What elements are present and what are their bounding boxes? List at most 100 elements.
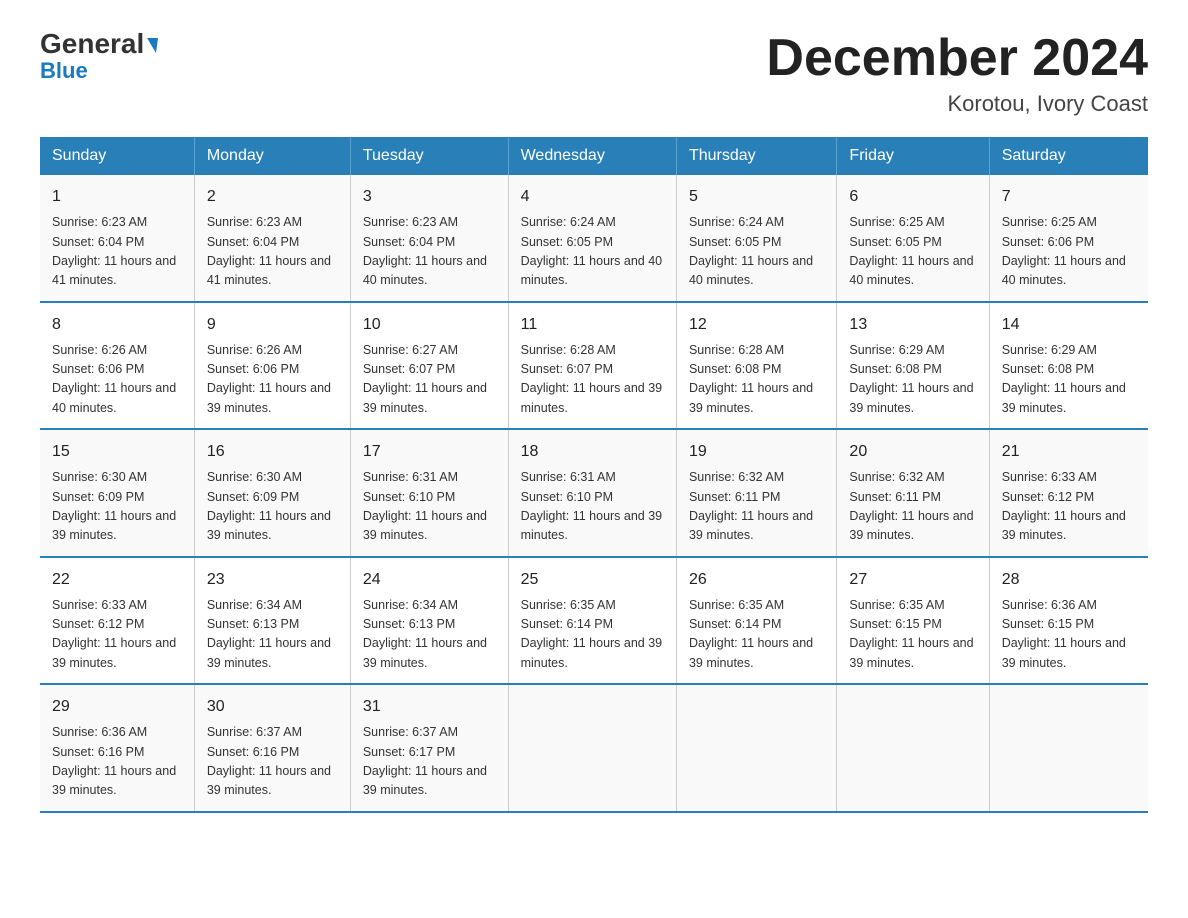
col-monday: Monday xyxy=(194,137,350,175)
logo-text-blue: Blue xyxy=(40,58,88,83)
calendar-week-row: 29Sunrise: 6:36 AMSunset: 6:16 PMDayligh… xyxy=(40,684,1148,812)
calendar-week-row: 1 Sunrise: 6:23 AMSunset: 6:04 PMDaylight… xyxy=(40,175,1148,302)
calendar-week-row: 8 Sunrise: 6:26 AMSunset: 6:06 PMDaylight… xyxy=(40,302,1148,430)
logo-text-general: General xyxy=(40,30,157,58)
day-info: Sunrise: 6:35 AMSunset: 6:15 PMDaylight:… xyxy=(849,596,976,674)
day-info: Sunrise: 6:26 AMSunset: 6:06 PMDaylight:… xyxy=(52,341,182,419)
day-number: 31 xyxy=(363,695,496,719)
day-info: Sunrise: 6:32 AMSunset: 6:11 PMDaylight:… xyxy=(689,468,824,546)
calendar-week-row: 22 Sunrise: 6:33 AMSunset: 6:12 PMDayligh… xyxy=(40,557,1148,685)
calendar-cell: 23Sunrise: 6:34 AMSunset: 6:13 PMDayligh… xyxy=(194,557,350,685)
calendar-header-row: Sunday Monday Tuesday Wednesday Thursday… xyxy=(40,137,1148,175)
calendar-table: Sunday Monday Tuesday Wednesday Thursday… xyxy=(40,137,1148,813)
calendar-cell: 11 Sunrise: 6:28 AMSunset: 6:07 PMDayligh… xyxy=(508,302,676,430)
calendar-cell xyxy=(989,684,1148,812)
calendar-cell: 17 Sunrise: 6:31 AMSunset: 6:10 PMDayligh… xyxy=(350,429,508,557)
calendar-cell: 6 Sunrise: 6:25 AMSunset: 6:05 PMDaylight… xyxy=(837,175,989,302)
day-number: 16 xyxy=(207,440,338,464)
calendar-cell: 15 Sunrise: 6:30 AMSunset: 6:09 PMDayligh… xyxy=(40,429,194,557)
day-number: 9 xyxy=(207,313,338,337)
calendar-cell: 9 Sunrise: 6:26 AMSunset: 6:06 PMDaylight… xyxy=(194,302,350,430)
calendar-cell xyxy=(676,684,836,812)
calendar-cell: 22 Sunrise: 6:33 AMSunset: 6:12 PMDayligh… xyxy=(40,557,194,685)
day-number: 19 xyxy=(689,440,824,464)
day-info: Sunrise: 6:23 AMSunset: 6:04 PMDaylight:… xyxy=(207,213,338,291)
calendar-cell: 20Sunrise: 6:32 AMSunset: 6:11 PMDayligh… xyxy=(837,429,989,557)
day-number: 18 xyxy=(521,440,664,464)
calendar-cell: 8 Sunrise: 6:26 AMSunset: 6:06 PMDaylight… xyxy=(40,302,194,430)
day-number: 29 xyxy=(52,695,182,719)
calendar-cell: 5Sunrise: 6:24 AMSunset: 6:05 PMDaylight… xyxy=(676,175,836,302)
day-info: Sunrise: 6:33 AMSunset: 6:12 PMDaylight:… xyxy=(52,596,182,674)
day-info: Sunrise: 6:34 AMSunset: 6:13 PMDaylight:… xyxy=(363,596,496,674)
day-info: Sunrise: 6:29 AMSunset: 6:08 PMDaylight:… xyxy=(849,341,976,419)
col-thursday: Thursday xyxy=(676,137,836,175)
col-tuesday: Tuesday xyxy=(350,137,508,175)
day-info: Sunrise: 6:37 AMSunset: 6:17 PMDaylight:… xyxy=(363,723,496,801)
calendar-cell: 14 Sunrise: 6:29 AMSunset: 6:08 PMDayligh… xyxy=(989,302,1148,430)
day-info: Sunrise: 6:31 AMSunset: 6:10 PMDaylight:… xyxy=(363,468,496,546)
day-info: Sunrise: 6:33 AMSunset: 6:12 PMDaylight:… xyxy=(1002,468,1136,546)
col-saturday: Saturday xyxy=(989,137,1148,175)
day-info: Sunrise: 6:25 AMSunset: 6:05 PMDaylight:… xyxy=(849,213,976,291)
calendar-cell: 21Sunrise: 6:33 AMSunset: 6:12 PMDayligh… xyxy=(989,429,1148,557)
page-header: General Blue December 2024 Korotou, Ivor… xyxy=(40,30,1148,117)
calendar-cell: 28 Sunrise: 6:36 AMSunset: 6:15 PMDayligh… xyxy=(989,557,1148,685)
calendar-cell: 27 Sunrise: 6:35 AMSunset: 6:15 PMDayligh… xyxy=(837,557,989,685)
col-friday: Friday xyxy=(837,137,989,175)
day-info: Sunrise: 6:29 AMSunset: 6:08 PMDaylight:… xyxy=(1002,341,1136,419)
day-info: Sunrise: 6:26 AMSunset: 6:06 PMDaylight:… xyxy=(207,341,338,419)
calendar-cell: 10Sunrise: 6:27 AMSunset: 6:07 PMDayligh… xyxy=(350,302,508,430)
day-info: Sunrise: 6:30 AMSunset: 6:09 PMDaylight:… xyxy=(207,468,338,546)
calendar-cell: 31 Sunrise: 6:37 AMSunset: 6:17 PMDayligh… xyxy=(350,684,508,812)
calendar-cell: 3Sunrise: 6:23 AMSunset: 6:04 PMDaylight… xyxy=(350,175,508,302)
title-section: December 2024 Korotou, Ivory Coast xyxy=(766,30,1148,117)
day-info: Sunrise: 6:32 AMSunset: 6:11 PMDaylight:… xyxy=(849,468,976,546)
calendar-cell xyxy=(837,684,989,812)
day-number: 26 xyxy=(689,568,824,592)
day-number: 15 xyxy=(52,440,182,464)
day-info: Sunrise: 6:34 AMSunset: 6:13 PMDaylight:… xyxy=(207,596,338,674)
day-info: Sunrise: 6:24 AMSunset: 6:05 PMDaylight:… xyxy=(689,213,824,291)
day-info: Sunrise: 6:23 AMSunset: 6:04 PMDaylight:… xyxy=(363,213,496,291)
day-number: 28 xyxy=(1002,568,1136,592)
main-title: December 2024 xyxy=(766,30,1148,87)
day-number: 27 xyxy=(849,568,976,592)
day-info: Sunrise: 6:23 AMSunset: 6:04 PMDaylight:… xyxy=(52,213,182,291)
day-info: Sunrise: 6:25 AMSunset: 6:06 PMDaylight:… xyxy=(1002,213,1136,291)
calendar-cell: 16 Sunrise: 6:30 AMSunset: 6:09 PMDayligh… xyxy=(194,429,350,557)
day-info: Sunrise: 6:24 AMSunset: 6:05 PMDaylight:… xyxy=(521,213,664,291)
calendar-cell: 25Sunrise: 6:35 AMSunset: 6:14 PMDayligh… xyxy=(508,557,676,685)
day-number: 7 xyxy=(1002,185,1136,209)
day-number: 4 xyxy=(521,185,664,209)
day-number: 13 xyxy=(849,313,976,337)
day-info: Sunrise: 6:27 AMSunset: 6:07 PMDaylight:… xyxy=(363,341,496,419)
day-number: 22 xyxy=(52,568,182,592)
day-number: 2 xyxy=(207,185,338,209)
subtitle: Korotou, Ivory Coast xyxy=(766,91,1148,117)
day-info: Sunrise: 6:31 AMSunset: 6:10 PMDaylight:… xyxy=(521,468,664,546)
day-info: Sunrise: 6:35 AMSunset: 6:14 PMDaylight:… xyxy=(689,596,824,674)
day-number: 17 xyxy=(363,440,496,464)
calendar-cell: 4 Sunrise: 6:24 AMSunset: 6:05 PMDaylight… xyxy=(508,175,676,302)
day-info: Sunrise: 6:37 AMSunset: 6:16 PMDaylight:… xyxy=(207,723,338,801)
calendar-cell: 30 Sunrise: 6:37 AMSunset: 6:16 PMDayligh… xyxy=(194,684,350,812)
day-number: 30 xyxy=(207,695,338,719)
day-info: Sunrise: 6:28 AMSunset: 6:07 PMDaylight:… xyxy=(521,341,664,419)
calendar-cell: 18 Sunrise: 6:31 AMSunset: 6:10 PMDayligh… xyxy=(508,429,676,557)
day-number: 6 xyxy=(849,185,976,209)
day-number: 14 xyxy=(1002,313,1136,337)
calendar-cell: 1 Sunrise: 6:23 AMSunset: 6:04 PMDaylight… xyxy=(40,175,194,302)
calendar-cell: 24Sunrise: 6:34 AMSunset: 6:13 PMDayligh… xyxy=(350,557,508,685)
day-number: 1 xyxy=(52,185,182,209)
day-number: 8 xyxy=(52,313,182,337)
calendar-cell: 13 Sunrise: 6:29 AMSunset: 6:08 PMDayligh… xyxy=(837,302,989,430)
calendar-cell: 26 Sunrise: 6:35 AMSunset: 6:14 PMDayligh… xyxy=(676,557,836,685)
calendar-cell: 29Sunrise: 6:36 AMSunset: 6:16 PMDayligh… xyxy=(40,684,194,812)
calendar-cell xyxy=(508,684,676,812)
day-number: 12 xyxy=(689,313,824,337)
day-number: 11 xyxy=(521,313,664,337)
day-info: Sunrise: 6:36 AMSunset: 6:15 PMDaylight:… xyxy=(1002,596,1136,674)
day-info: Sunrise: 6:35 AMSunset: 6:14 PMDaylight:… xyxy=(521,596,664,674)
day-info: Sunrise: 6:30 AMSunset: 6:09 PMDaylight:… xyxy=(52,468,182,546)
